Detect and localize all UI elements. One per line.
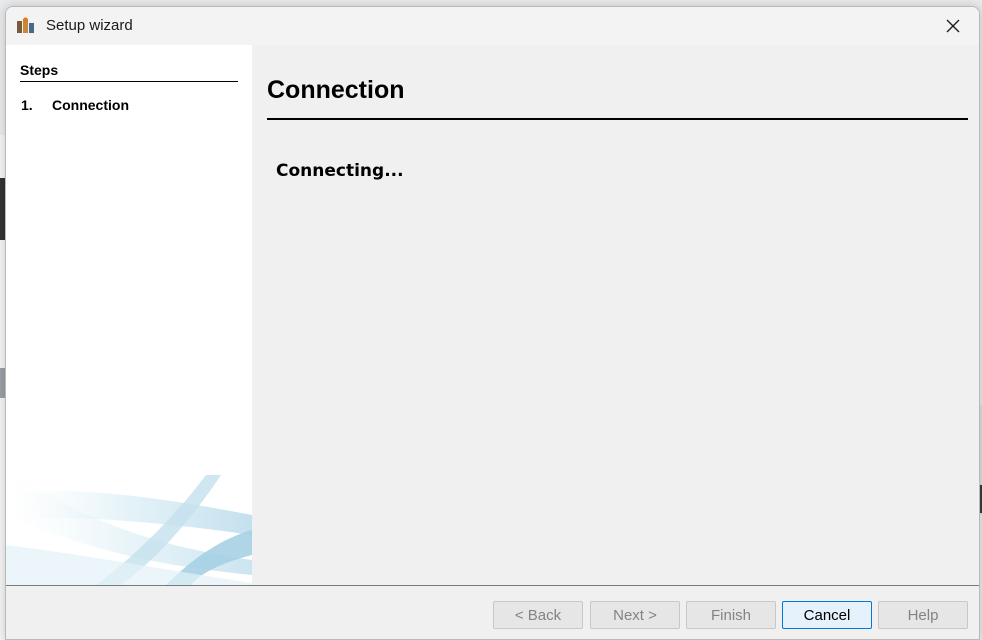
title-divider: [267, 118, 968, 120]
title-bar[interactable]: Setup wizard: [6, 7, 979, 45]
window-title: Setup wizard: [46, 17, 133, 34]
step-number: 1.: [21, 97, 33, 113]
page-title: Connection: [267, 76, 405, 104]
cancel-button[interactable]: Cancel: [782, 601, 872, 629]
steps-panel: Steps 1. Connection: [6, 45, 252, 585]
footer-divider: [6, 585, 979, 586]
finish-button[interactable]: Finish: [686, 601, 776, 629]
app-logo-icon: [16, 17, 36, 35]
connection-status-text: Connecting...: [276, 161, 404, 181]
back-button[interactable]: < Back: [493, 601, 583, 629]
screen: Setup wizard Steps 1. Connection Connect…: [0, 0, 982, 640]
step-item-connection: 1. Connection: [21, 97, 129, 113]
step-label: Connection: [52, 97, 129, 113]
close-button[interactable]: [939, 15, 967, 39]
steps-heading: Steps: [20, 62, 238, 82]
next-button[interactable]: Next >: [590, 601, 680, 629]
decorative-swoosh-graphic: [6, 475, 252, 585]
setup-wizard-dialog: Setup wizard Steps 1. Connection Connect…: [5, 6, 980, 640]
close-icon: [946, 18, 960, 37]
help-button[interactable]: Help: [878, 601, 968, 629]
